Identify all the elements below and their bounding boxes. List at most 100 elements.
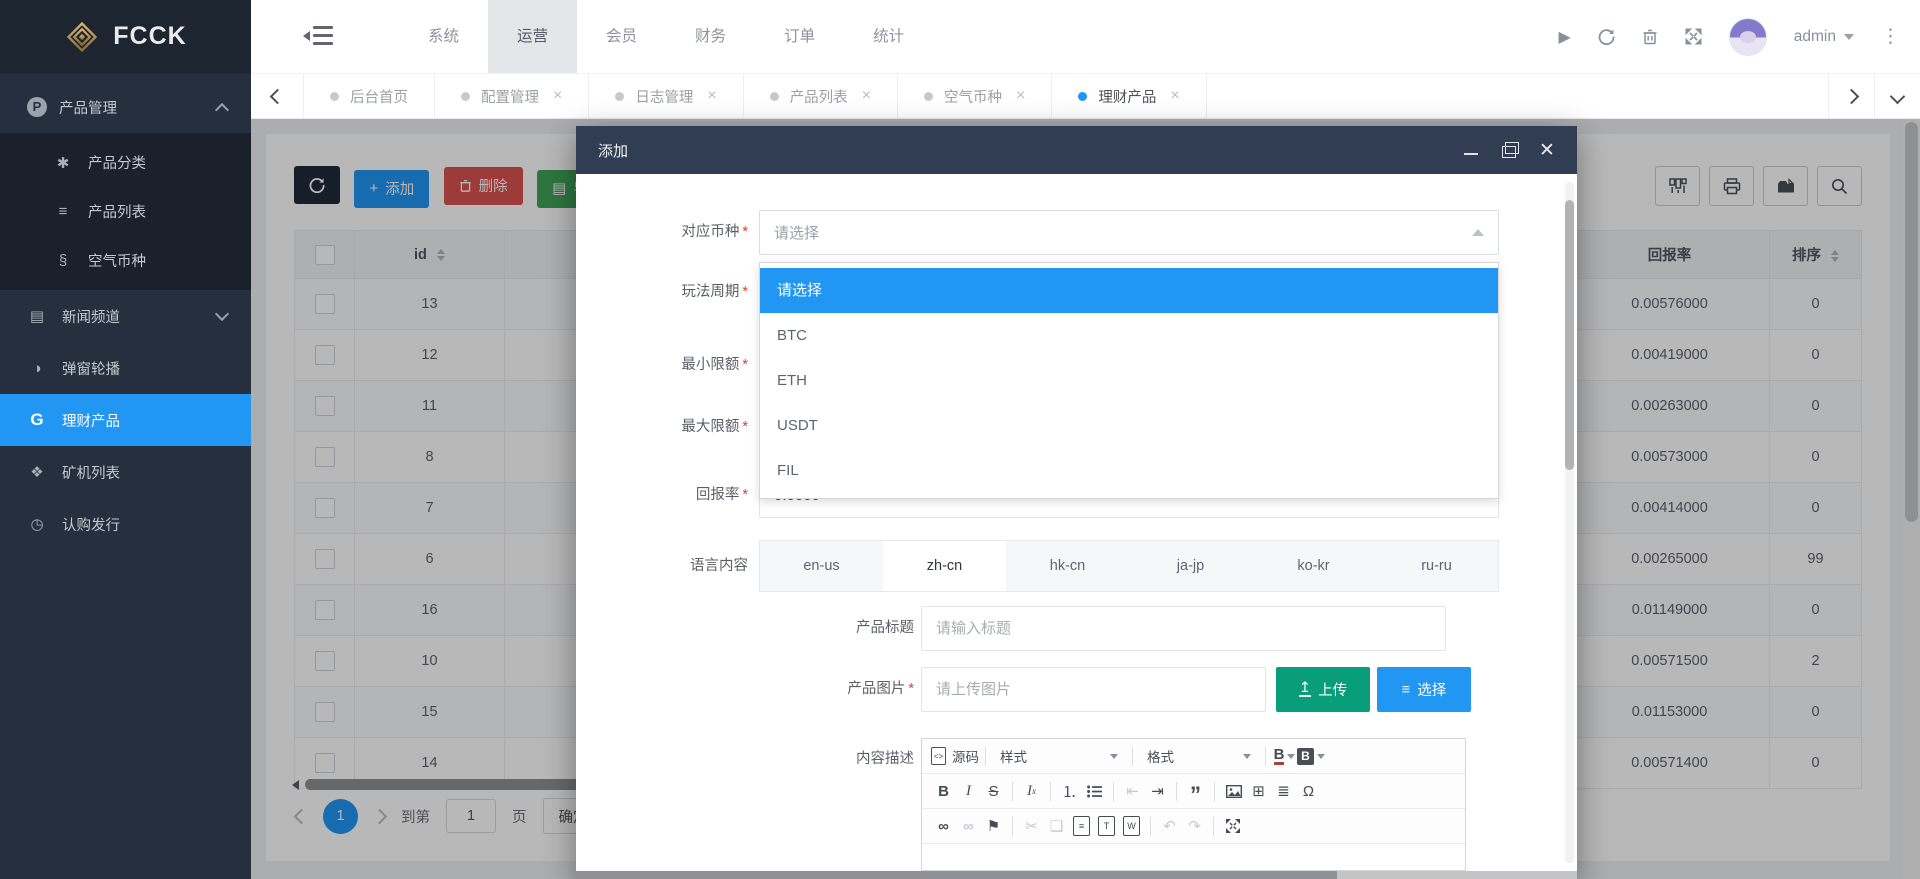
trash-icon[interactable] bbox=[1642, 28, 1658, 45]
dropdown-option-usdt[interactable]: USDT bbox=[760, 403, 1498, 448]
insert-image-icon[interactable] bbox=[1221, 778, 1246, 804]
sidebar-item-popup-carousel[interactable]: ◑ 弹窗轮播 bbox=[0, 342, 251, 394]
page-tab-air-coin[interactable]: 空气币种 × bbox=[898, 74, 1052, 118]
maximize-editor-icon[interactable] bbox=[1220, 813, 1245, 839]
menu-tab-operation[interactable]: 运营 bbox=[488, 0, 577, 73]
source-code-button[interactable]: <> 源码 bbox=[931, 746, 979, 766]
maximize-icon[interactable] bbox=[1501, 142, 1517, 158]
page-tab-finance-product[interactable]: 理财产品 × bbox=[1052, 74, 1206, 118]
menu-tab-member[interactable]: 会员 bbox=[577, 0, 666, 73]
lang-tab-zh-cn[interactable]: zh-cn bbox=[883, 541, 1006, 591]
outdent-icon[interactable]: ⇤ bbox=[1120, 778, 1145, 804]
close-icon[interactable]: × bbox=[707, 87, 716, 105]
required-mark: * bbox=[742, 419, 748, 435]
sidebar-item-finance-product[interactable]: G 理财产品 bbox=[0, 394, 251, 446]
lang-tab-ko-kr[interactable]: ko-kr bbox=[1252, 541, 1375, 591]
page-tab-label: 空气币种 bbox=[944, 86, 1002, 107]
menu-tab-stats[interactable]: 统计 bbox=[844, 0, 933, 73]
refresh-icon[interactable] bbox=[1598, 28, 1615, 45]
sidebar-item-product-list[interactable]: ≡ 产品列表 bbox=[0, 187, 251, 236]
modal-horizontal-scrollbar[interactable] bbox=[576, 871, 1577, 879]
horizontal-rule-icon[interactable]: ≣ bbox=[1271, 778, 1296, 804]
lang-tab-hk-cn[interactable]: hk-cn bbox=[1006, 541, 1129, 591]
format-select[interactable]: 格式 bbox=[1139, 743, 1259, 769]
close-icon[interactable]: × bbox=[1170, 87, 1179, 105]
redo-icon[interactable]: ↷ bbox=[1182, 813, 1207, 839]
page-tab-home[interactable]: 后台首页 bbox=[304, 74, 435, 118]
close-icon[interactable]: × bbox=[553, 87, 562, 105]
sidebar-item-miner-list[interactable]: ❖ 矿机列表 bbox=[0, 446, 251, 498]
page-tab-product-list[interactable]: 产品列表 × bbox=[744, 74, 898, 118]
close-icon[interactable]: × bbox=[1016, 87, 1025, 105]
special-char-icon[interactable]: Ω bbox=[1296, 778, 1321, 804]
style-select[interactable]: 样式 bbox=[992, 743, 1126, 769]
tabbar-scroll-right-button[interactable] bbox=[1828, 74, 1874, 118]
more-options-icon[interactable]: ⋮ bbox=[1881, 25, 1900, 48]
menu-tab-order[interactable]: 订单 bbox=[755, 0, 844, 73]
sidebar-item-label: 产品列表 bbox=[88, 201, 146, 222]
modal-horizontal-scrollbar-thumb[interactable] bbox=[576, 871, 1337, 879]
undo-icon[interactable]: ↶ bbox=[1157, 813, 1182, 839]
lang-tab-ru-ru[interactable]: ru-ru bbox=[1375, 541, 1498, 591]
menu-tab-system[interactable]: 系统 bbox=[399, 0, 488, 73]
menu-tab-finance[interactable]: 财务 bbox=[666, 0, 755, 73]
dropdown-option-fil[interactable]: FIL bbox=[760, 448, 1498, 493]
tabbar-menu-button[interactable] bbox=[1874, 74, 1920, 118]
sidebar-item-air-coin[interactable]: § 空气币种 bbox=[0, 236, 251, 285]
paste-text-icon[interactable]: T bbox=[1094, 813, 1119, 839]
caret-down-icon bbox=[1110, 754, 1118, 759]
anchor-flag-icon[interactable]: ⚑ bbox=[981, 813, 1006, 839]
play-icon[interactable]: ▶ bbox=[1558, 27, 1570, 47]
coin-select[interactable]: 请选择 bbox=[759, 210, 1499, 255]
unlink-icon[interactable]: ∞ bbox=[956, 813, 981, 839]
strikethrough-button[interactable]: S bbox=[981, 778, 1006, 804]
choose-button[interactable]: ≡ 选择 bbox=[1377, 667, 1471, 712]
text-color-button[interactable]: B bbox=[1272, 743, 1297, 769]
ordered-list-icon[interactable]: ⒈ bbox=[1057, 778, 1082, 804]
link-icon[interactable]: ∞ bbox=[931, 813, 956, 839]
paste-icon[interactable]: ≡ bbox=[1069, 813, 1094, 839]
sidebar-item-product-manage[interactable]: P 产品管理 bbox=[0, 81, 251, 133]
upload-button[interactable]: ↥ 上传 bbox=[1276, 667, 1370, 712]
page-tab-config[interactable]: 配置管理 × bbox=[435, 74, 589, 118]
copy-icon[interactable]: ❏ bbox=[1044, 813, 1069, 839]
remove-format-button[interactable]: Ix bbox=[1019, 778, 1044, 804]
rate-field-label: 回报率* bbox=[576, 473, 748, 518]
tabbar-scroll-left-button[interactable] bbox=[251, 74, 304, 118]
dropdown-option-placeholder[interactable]: 请选择 bbox=[760, 268, 1498, 313]
cut-icon[interactable]: ✂ bbox=[1019, 813, 1044, 839]
user-menu[interactable]: admin bbox=[1794, 28, 1854, 46]
sidebar-item-product-category[interactable]: ✱ 产品分类 bbox=[0, 138, 251, 187]
tab-dot-icon bbox=[1078, 92, 1087, 101]
blockquote-icon[interactable]: ” bbox=[1183, 774, 1208, 808]
minimize-icon[interactable] bbox=[1463, 142, 1479, 158]
italic-button[interactable]: I bbox=[956, 778, 981, 804]
avatar[interactable] bbox=[1729, 18, 1767, 56]
fullscreen-icon[interactable] bbox=[1685, 28, 1702, 45]
insert-table-icon[interactable]: ⊞ bbox=[1246, 778, 1271, 804]
sidebar-toggle-icon[interactable] bbox=[303, 26, 333, 47]
page-tab-logs[interactable]: 日志管理 × bbox=[589, 74, 743, 118]
sidebar-item-news-channel[interactable]: ▤ 新闻频道 bbox=[0, 290, 251, 342]
lang-tab-en-us[interactable]: en-us bbox=[760, 541, 883, 591]
sidebar-menu: P 产品管理 ✱ 产品分类 ≡ 产品列表 § 空气币种 ▤ bbox=[0, 73, 251, 550]
sidebar-item-subscribe-issue[interactable]: ◷ 认购发行 bbox=[0, 498, 251, 550]
page-tab-label: 后台首页 bbox=[350, 86, 408, 107]
dropdown-option-btc[interactable]: BTC bbox=[760, 313, 1498, 358]
bold-button[interactable]: B bbox=[931, 778, 956, 804]
modal-scrollbar-thumb[interactable] bbox=[1565, 200, 1574, 470]
modal-scrollbar[interactable] bbox=[1565, 182, 1574, 863]
bg-color-button[interactable]: B bbox=[1297, 743, 1325, 769]
bullet-list-icon[interactable] bbox=[1082, 778, 1107, 804]
indent-icon[interactable]: ⇥ bbox=[1145, 778, 1170, 804]
dropdown-option-eth[interactable]: ETH bbox=[760, 358, 1498, 403]
close-icon[interactable]: ✕ bbox=[1539, 142, 1555, 158]
modal-header[interactable]: 添加 ✕ bbox=[576, 126, 1577, 174]
paste-word-icon[interactable]: W bbox=[1119, 813, 1144, 839]
editor-toolbar-row-2: B I S Ix ⒈ ⇤ ⇥ ” bbox=[922, 774, 1465, 809]
product-title-input[interactable] bbox=[921, 606, 1446, 651]
screen: FCCK P 产品管理 ✱ 产品分类 ≡ 产品列表 § 空气币种 bbox=[0, 0, 1920, 879]
product-image-input[interactable] bbox=[921, 667, 1266, 712]
lang-tab-ja-jp[interactable]: ja-jp bbox=[1129, 541, 1252, 591]
close-icon[interactable]: × bbox=[862, 87, 871, 105]
